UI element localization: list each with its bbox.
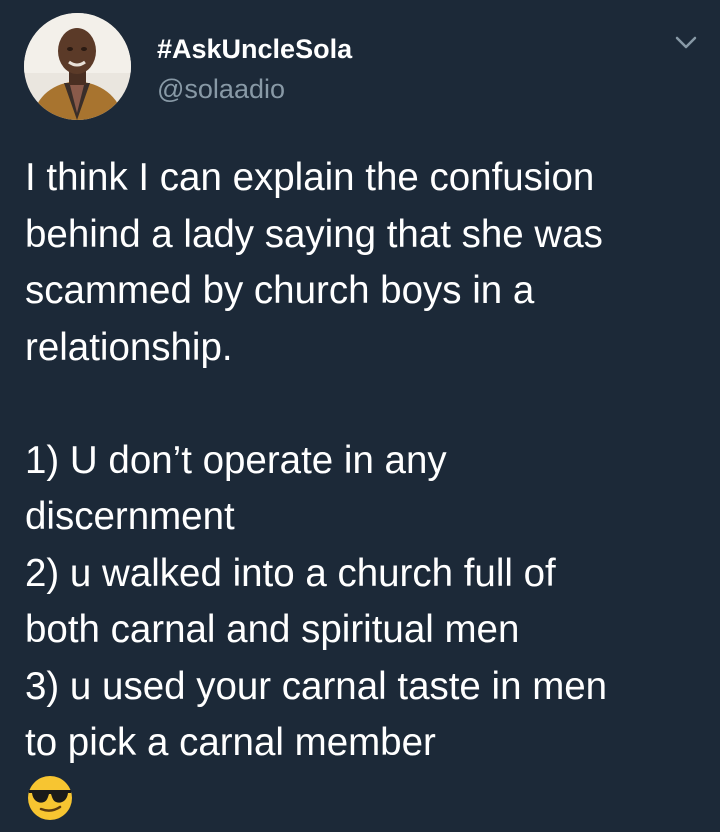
sunglasses-emoji-icon [24, 770, 76, 822]
chevron-down-icon[interactable] [668, 28, 704, 58]
tweet-text: I think I can explain the confusion behi… [25, 150, 705, 772]
tweet-line: 1) U don’t operate in any [25, 438, 447, 482]
display-name[interactable]: #AskUncleSola [157, 34, 352, 65]
tweet-line: 3) u used your carnal taste in men [25, 664, 608, 708]
tweet-line: behind a lady saying that she was [25, 212, 603, 256]
tweet-line: to pick a carnal member [25, 721, 436, 764]
avatar[interactable] [24, 13, 131, 120]
tweet-line: scammed by church boys in a [25, 269, 535, 312]
tweet-line: relationship. [25, 325, 233, 369]
profile-photo-icon [24, 13, 131, 120]
tweet-line: I think I can explain the confusion [25, 156, 595, 199]
tweet-card: #AskUncleSola @solaadio I think I can ex… [0, 0, 720, 832]
user-handle[interactable]: @solaadio [157, 74, 285, 105]
tweet-line: 2) u walked into a church full of [25, 551, 556, 595]
tweet-line: both carnal and spiritual men [25, 608, 520, 651]
tweet-line: discernment [25, 495, 235, 538]
